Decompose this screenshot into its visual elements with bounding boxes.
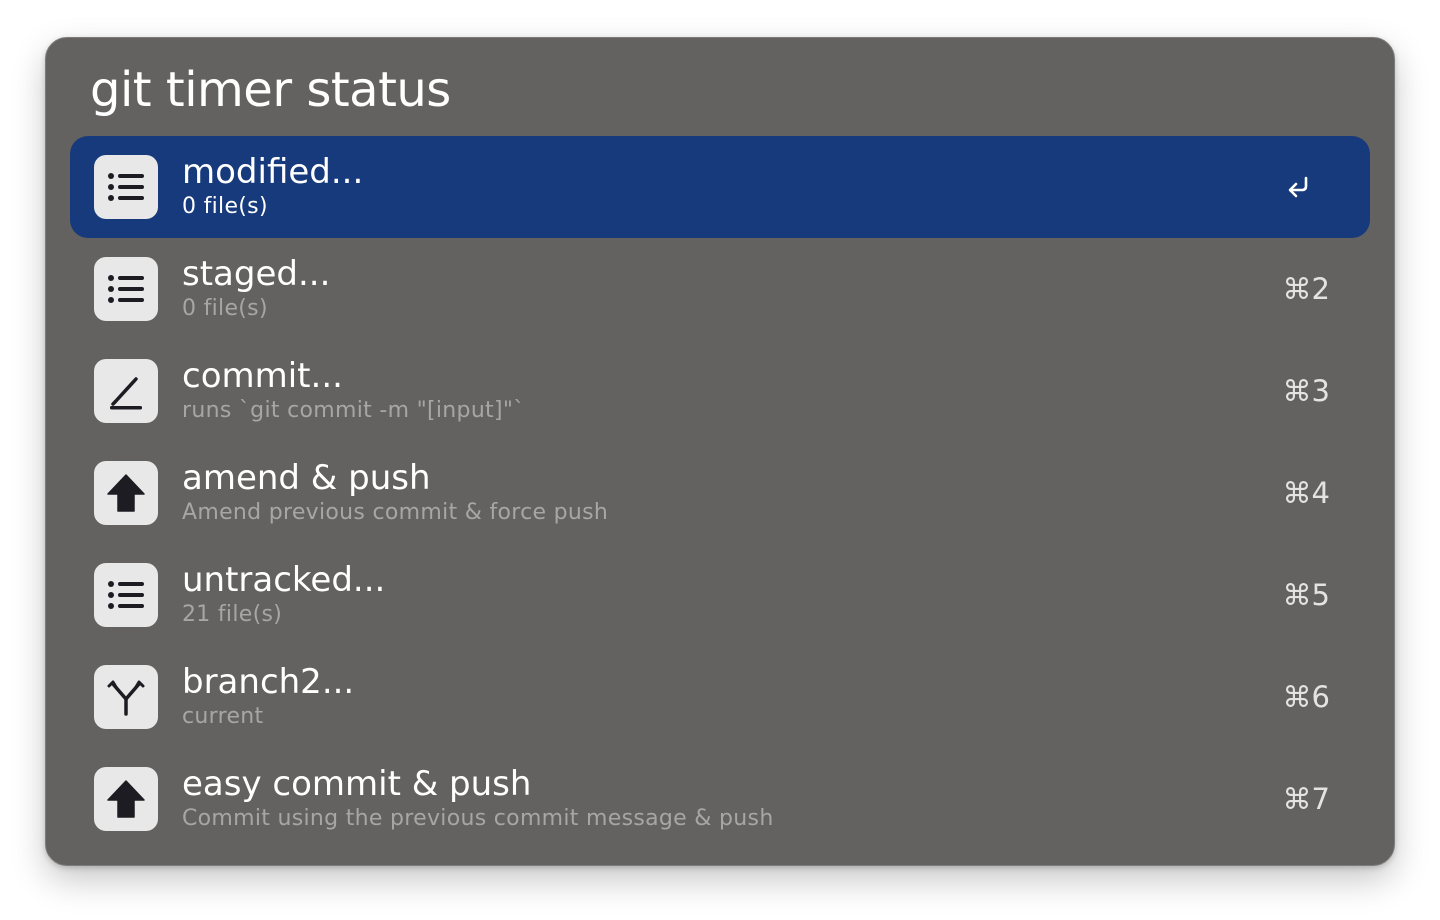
keyboard-shortcut: ⌘7 (1282, 782, 1330, 816)
keyboard-shortcut: ⌘2 (1282, 272, 1330, 306)
keyboard-shortcut: ⌘6 (1282, 680, 1330, 714)
result-title: easy commit & push (182, 764, 532, 804)
result-subtitle: 21 file(s) (182, 602, 283, 627)
list-icon (94, 563, 158, 627)
result-row-amend-push[interactable]: amend & push Amend previous commit & for… (70, 442, 1370, 544)
result-title: staged... (182, 254, 331, 294)
result-subtitle: Amend previous commit & force push (182, 500, 609, 525)
result-title: commit... (182, 356, 343, 396)
result-row-untracked[interactable]: untracked... 21 file(s) ⌘5 (70, 544, 1370, 646)
result-title: branch2... (182, 662, 355, 702)
result-subtitle: Commit using the previous commit message… (182, 806, 774, 831)
search-input[interactable]: git timer status (90, 58, 451, 122)
result-subtitle: runs `git commit -m "[input]"` (182, 398, 525, 423)
return-key-icon (1288, 176, 1308, 198)
result-title: modified... (182, 152, 364, 192)
result-row-staged[interactable]: staged... 0 file(s) ⌘2 (70, 238, 1370, 340)
launcher-window: git timer status modified... 0 file(s) s… (45, 37, 1395, 866)
result-subtitle: 0 file(s) (182, 194, 268, 219)
result-title: amend & push (182, 458, 431, 498)
keyboard-shortcut: ⌘3 (1282, 374, 1330, 408)
branch-icon (94, 665, 158, 729)
keyboard-shortcut: ⌘4 (1282, 476, 1330, 510)
result-row-easy-commit-push[interactable]: easy commit & push Commit using the prev… (70, 748, 1370, 850)
result-title: untracked... (182, 560, 386, 600)
results-list: modified... 0 file(s) staged... 0 file(s… (70, 136, 1370, 850)
keyboard-shortcut: ⌘5 (1282, 578, 1330, 612)
result-row-modified[interactable]: modified... 0 file(s) (70, 136, 1370, 238)
result-subtitle: current (182, 704, 264, 729)
result-row-commit[interactable]: commit... runs `git commit -m "[input]"`… (70, 340, 1370, 442)
pencil-icon (94, 359, 158, 423)
list-icon (94, 155, 158, 219)
arrow-up-icon (94, 461, 158, 525)
result-row-branch[interactable]: branch2... current ⌘6 (70, 646, 1370, 748)
list-icon (94, 257, 158, 321)
arrow-up-icon (94, 767, 158, 831)
result-subtitle: 0 file(s) (182, 296, 268, 321)
